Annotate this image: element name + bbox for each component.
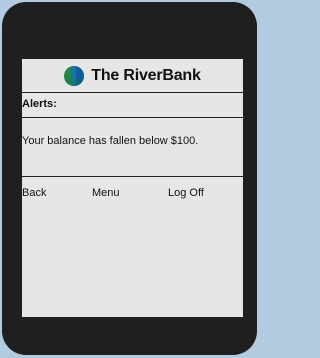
riverbank-logo-icon (64, 66, 85, 86)
brand-header: The RiverBank (22, 63, 243, 89)
brand-name: The RiverBank (91, 67, 201, 84)
divider-alerts (22, 117, 243, 118)
back-link[interactable]: Back (22, 187, 46, 199)
menu-link[interactable]: Menu (92, 187, 120, 199)
phone-screen: The RiverBank Alerts: Your balance has f… (22, 59, 243, 317)
log-off-link[interactable]: Log Off (168, 187, 204, 199)
alerts-heading: Alerts: (22, 98, 57, 110)
phone-device: The RiverBank Alerts: Your balance has f… (2, 2, 257, 355)
divider-nav (22, 176, 243, 177)
alert-message: Your balance has fallen below $100. (22, 135, 199, 147)
divider-top (22, 92, 243, 93)
